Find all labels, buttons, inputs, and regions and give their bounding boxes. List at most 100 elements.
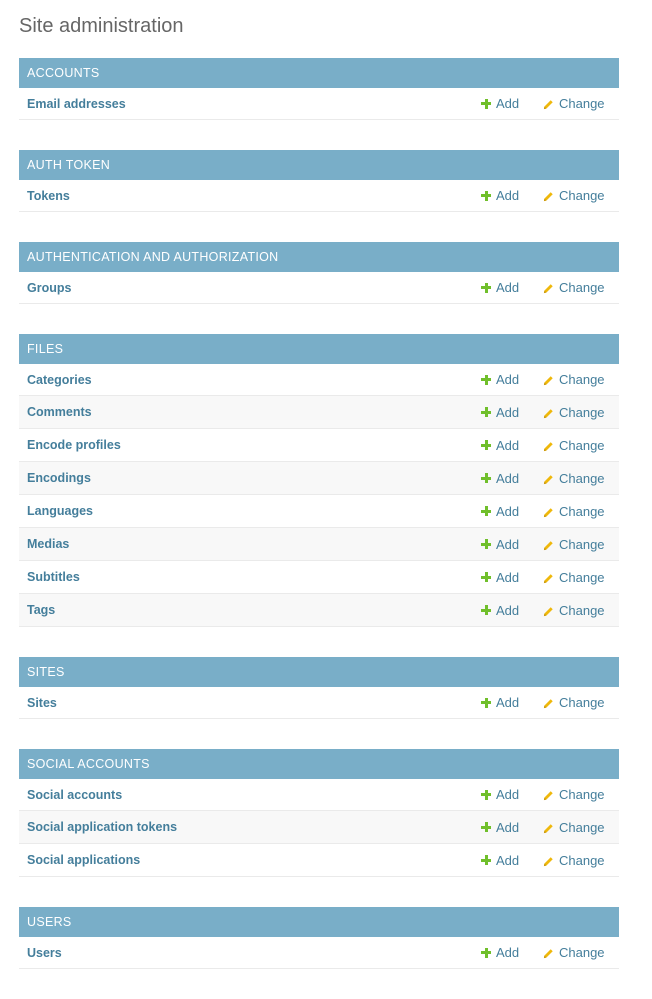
change-button[interactable]: Change [543,853,605,868]
model-row-social-application-tokens: Social application tokens Add Change [19,811,619,844]
model-link-tags[interactable]: Tags [27,603,55,617]
module-header[interactable]: SITES [19,657,619,687]
app-list: ACCOUNTS Email addresses Add Change AUTH TOK… [19,58,619,999]
add-label: Add [496,536,520,552]
pencil-icon [543,440,554,451]
change-label: Change [559,470,605,486]
model-link-encodings[interactable]: Encodings [27,471,91,485]
module-social-accounts: SOCIAL ACCOUNTS Social accounts Add Change S… [19,749,619,877]
model-link-users[interactable]: Users [27,946,62,960]
change-button[interactable]: Change [543,787,605,802]
add-button[interactable]: Add [481,695,519,710]
change-button[interactable]: Change [543,945,605,960]
model-link-categories[interactable]: Categories [27,373,92,387]
change-button[interactable]: Change [543,471,605,486]
pencil-icon [543,506,554,517]
pencil-icon [543,697,554,709]
add-label: Add [496,437,520,453]
model-link-comments[interactable]: Comments [27,405,92,419]
change-label: Change [559,96,605,111]
pencil-icon [543,539,554,550]
model-link-social-applications[interactable]: Social applications [27,853,140,867]
add-button[interactable]: Add [481,570,519,585]
add-button[interactable]: Add [481,504,519,519]
plus-icon [481,572,491,582]
change-button[interactable]: Change [543,537,605,552]
model-link-social-accounts[interactable]: Social accounts [27,788,122,802]
change-label: Change [559,372,605,387]
add-label: Add [496,569,520,585]
module-header[interactable]: SOCIAL ACCOUNTS [19,749,619,779]
module-header[interactable]: AUTHENTICATION AND AUTHORIZATION [19,242,619,272]
pencil-icon [543,190,554,202]
plus-icon [481,539,491,549]
add-button[interactable]: Add [481,787,519,802]
add-button[interactable]: Add [481,188,519,203]
add-button[interactable]: Add [481,372,519,387]
module-auth-token: AUTH TOKEN Tokens Add Change [19,150,619,212]
plus-icon [481,506,491,516]
plus-icon [481,440,491,450]
model-link-subtitles[interactable]: Subtitles [27,570,80,584]
plus-icon [481,789,491,800]
model-link-medias[interactable]: Medias [27,537,69,551]
change-label: Change [559,503,605,519]
add-label: Add [496,470,520,486]
pencil-icon [543,473,554,484]
change-button[interactable]: Change [543,280,605,295]
module-header[interactable]: ACCOUNTS [19,58,619,88]
change-button[interactable]: Change [543,188,605,203]
add-button[interactable]: Add [481,820,519,835]
change-button[interactable]: Change [543,405,605,420]
model-link-social-application-tokens[interactable]: Social application tokens [27,820,177,834]
model-row-encodings: Encodings Add Change [19,462,619,495]
add-button[interactable]: Add [481,471,519,486]
model-row-email-addresses: Email addresses Add Change [19,88,619,120]
change-button[interactable]: Change [543,372,605,387]
add-label: Add [496,695,520,710]
change-label: Change [559,536,605,552]
plus-icon [481,855,491,865]
add-button[interactable]: Add [481,438,519,453]
change-label: Change [559,188,605,203]
change-label: Change [559,852,605,868]
module-header[interactable]: AUTH TOKEN [19,150,619,180]
add-label: Add [496,404,520,420]
model-row-groups: Groups Add Change [19,272,619,304]
add-label: Add [496,372,520,387]
plus-icon [481,947,491,958]
change-button[interactable]: Change [543,96,605,111]
add-label: Add [496,602,520,618]
add-button[interactable]: Add [481,537,519,552]
module-header[interactable]: FILES [19,334,619,364]
model-link-groups[interactable]: Groups [27,281,71,295]
model-link-sites[interactable]: Sites [27,696,57,710]
change-button[interactable]: Change [543,695,605,710]
pencil-icon [543,572,554,583]
change-button[interactable]: Change [543,820,605,835]
change-button[interactable]: Change [543,504,605,519]
model-link-encode-profiles[interactable]: Encode profiles [27,438,121,452]
add-label: Add [496,503,520,519]
pencil-icon [543,822,554,833]
change-button[interactable]: Change [543,603,605,618]
add-button[interactable]: Add [481,603,519,618]
add-button[interactable]: Add [481,945,519,960]
pencil-icon [543,789,554,801]
change-button[interactable]: Change [543,570,605,585]
pencil-icon [543,855,554,866]
change-button[interactable]: Change [543,438,605,453]
model-row-subtitles: Subtitles Add Change [19,561,619,594]
plus-icon [481,473,491,483]
add-button[interactable]: Add [481,853,519,868]
model-link-languages[interactable]: Languages [27,504,93,518]
add-button[interactable]: Add [481,405,519,420]
add-label: Add [496,945,520,960]
module-header[interactable]: USERS [19,907,619,937]
model-link-tokens[interactable]: Tokens [27,189,70,203]
add-button[interactable]: Add [481,96,519,111]
model-row-categories: Categories Add Change [19,364,619,396]
change-label: Change [559,602,605,618]
add-button[interactable]: Add [481,280,519,295]
model-link-email-addresses[interactable]: Email addresses [27,97,126,111]
